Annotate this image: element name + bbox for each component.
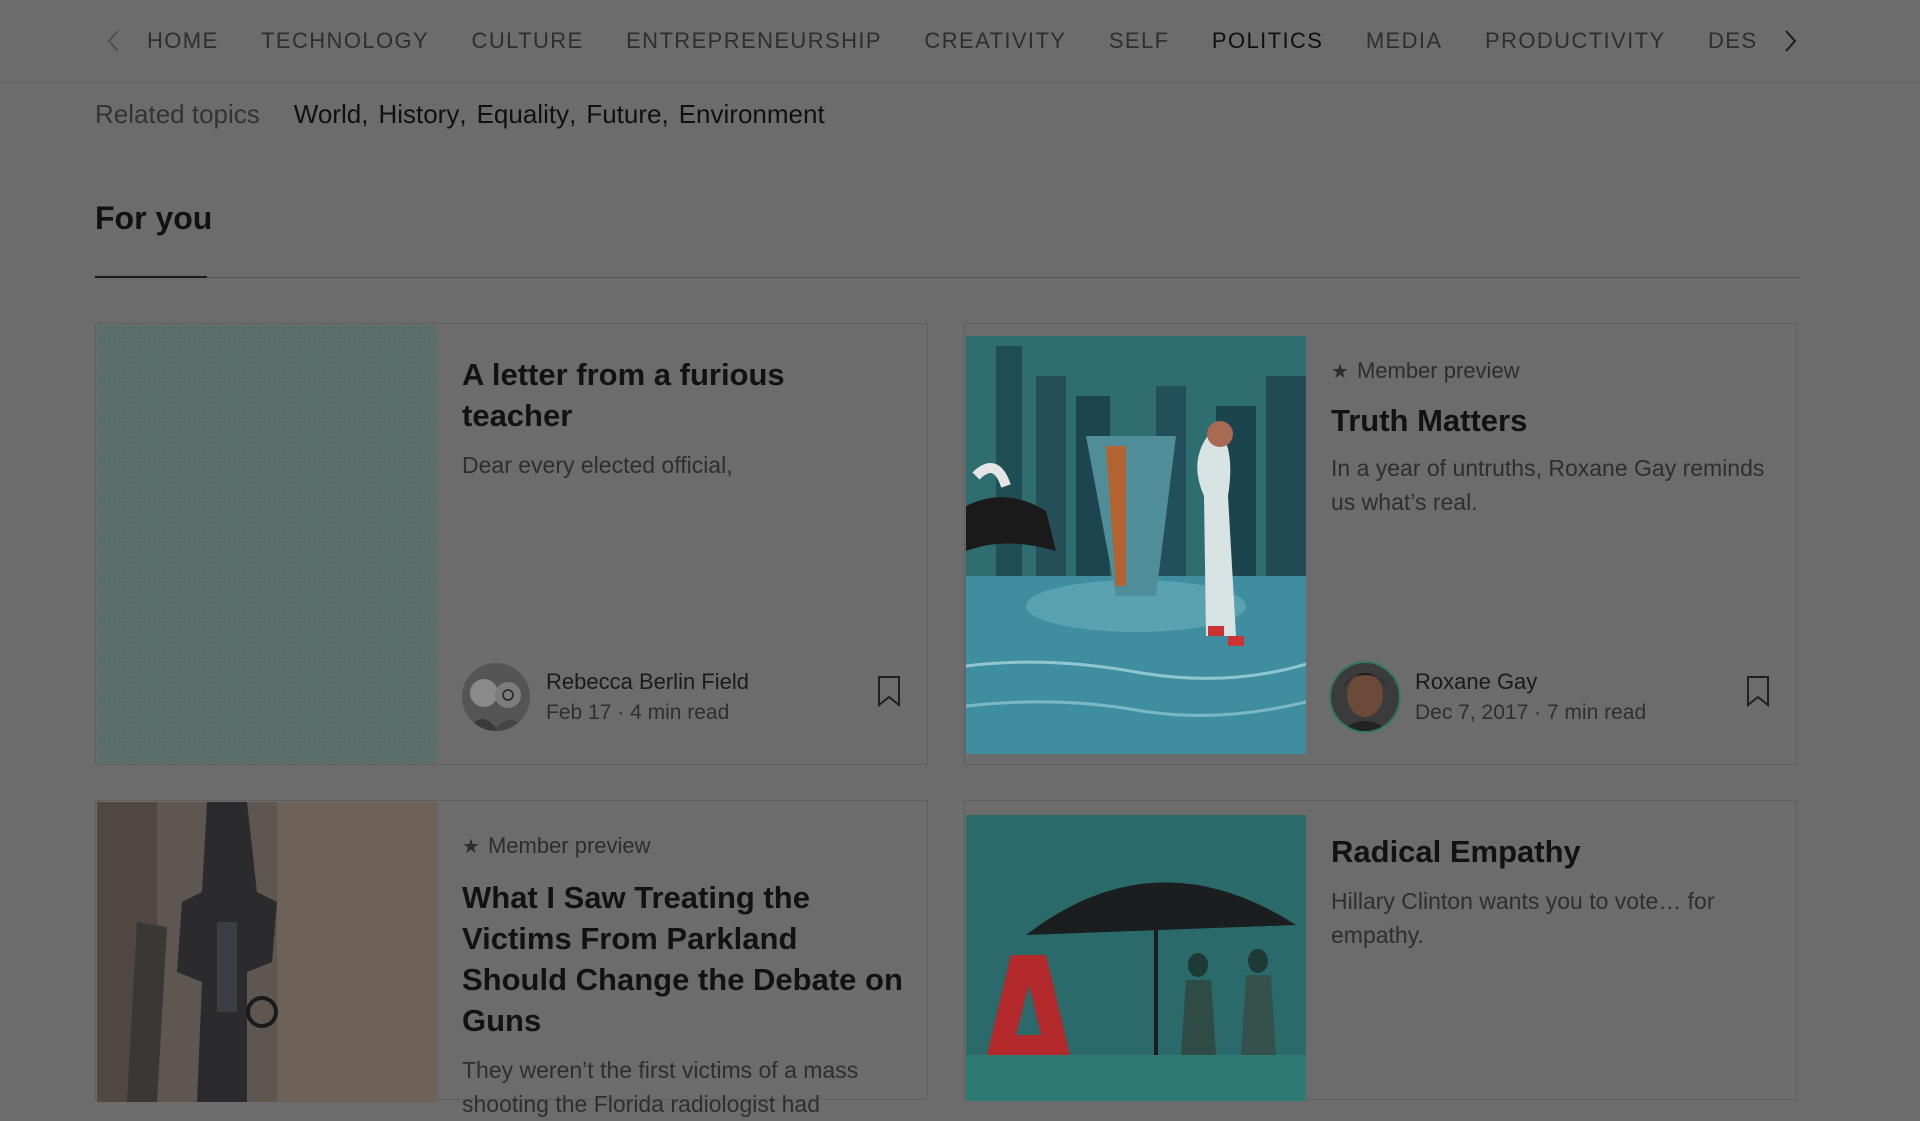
nav-item-creativity[interactable]: CREATIVITY (924, 0, 1066, 82)
author-info: Rebecca Berlin Field Feb 17 · 4 min read (546, 669, 749, 725)
story-image[interactable] (966, 336, 1306, 754)
chevron-left-icon[interactable] (98, 26, 128, 56)
nav-item-self[interactable]: SELF (1109, 0, 1170, 82)
bookmark-icon[interactable] (1744, 675, 1772, 708)
star-icon: ★ (1331, 360, 1349, 383)
nav-item-productivity[interactable]: PRODUCTIVITY (1485, 0, 1666, 82)
related-topics-label: Related topics (95, 98, 260, 129)
nav-item-culture[interactable]: CULTURE (472, 0, 584, 82)
topic-link-history[interactable]: History (378, 99, 459, 130)
topic-separator: , (569, 98, 577, 129)
avatar[interactable] (462, 663, 530, 731)
read-time: 7 min read (1546, 701, 1647, 724)
avatar[interactable] (1331, 663, 1399, 731)
topic-navigation-bar: HOME TECHNOLOGY CULTURE ENTREPRENEURSHIP… (0, 0, 1920, 83)
author-info: Roxane Gay Dec 7, 2017 · 7 min read (1415, 669, 1646, 725)
story-card[interactable]: ★ Member preview What I Saw Treating the… (95, 800, 928, 1117)
story-meta: Dec 7, 2017 · 7 min read (1415, 701, 1646, 725)
story-image-placeholder[interactable] (97, 325, 437, 763)
related-topics: Related topics World, History, Equality,… (95, 96, 825, 132)
section-divider (95, 277, 1800, 278)
topic-separator: , (661, 98, 669, 129)
meta-separator: · (617, 701, 631, 724)
story-body: Radical Empathy Hillary Clinton wants yo… (1331, 801, 1772, 952)
bookmark-icon[interactable] (875, 675, 903, 708)
story-date: Dec 7, 2017 (1415, 701, 1529, 724)
nav-item-home[interactable]: HOME (147, 0, 219, 82)
story-title[interactable]: A letter from a furious teacher (462, 354, 903, 436)
topic-separator: , (361, 98, 369, 129)
read-time: 4 min read (630, 701, 730, 724)
story-body: ★ Member preview Truth Matters In a year… (1331, 324, 1772, 519)
topic-separator: , (459, 98, 467, 129)
meta-separator: · (1534, 701, 1547, 724)
nav-items: HOME TECHNOLOGY CULTURE ENTREPRENEURSHIP… (147, 0, 1759, 82)
member-preview-text: Member preview (487, 833, 651, 858)
author-name[interactable]: Rebecca Berlin Field (546, 669, 749, 695)
story-subtitle[interactable]: Dear every elected official, (462, 448, 903, 482)
story-title[interactable]: Truth Matters (1331, 400, 1772, 441)
author-name[interactable]: Roxane Gay (1415, 669, 1646, 695)
story-card[interactable]: ★ Member preview Truth Matters In a year… (964, 323, 1797, 765)
story-meta: Feb 17 · 4 min read (546, 701, 749, 725)
story-subtitle[interactable]: They weren’t the first victims of a mass… (462, 1053, 903, 1121)
story-body: ★ Member preview What I Saw Treating the… (462, 801, 903, 1121)
topic-link-world[interactable]: World (294, 99, 361, 130)
member-preview-text: Member preview (1356, 358, 1520, 383)
story-card[interactable]: A letter from a furious teacher Dear eve… (95, 323, 928, 765)
star-icon: ★ (462, 835, 480, 858)
story-byline: Rebecca Berlin Field Feb 17 · 4 min read (462, 659, 903, 735)
nav-item-entrepreneurship[interactable]: ENTREPRENEURSHIP (626, 0, 882, 82)
story-title[interactable]: Radical Empathy (1331, 831, 1772, 872)
story-subtitle[interactable]: In a year of untruths, Roxane Gay remind… (1331, 451, 1772, 519)
member-preview-label: ★ Member preview (1331, 358, 1772, 384)
nav-item-design[interactable]: DESIGN (1708, 0, 1759, 82)
story-date: Feb 17 (546, 701, 612, 724)
chevron-right-icon[interactable] (1776, 26, 1806, 56)
nav-item-media[interactable]: MEDIA (1366, 0, 1443, 82)
story-image[interactable] (966, 815, 1306, 1101)
story-byline: Roxane Gay Dec 7, 2017 · 7 min read (1331, 659, 1772, 735)
topic-link-future[interactable]: Future (586, 99, 661, 130)
topic-link-equality[interactable]: Equality (477, 99, 570, 130)
nav-item-politics[interactable]: POLITICS (1212, 0, 1323, 82)
section-active-underline (95, 276, 207, 278)
story-image[interactable] (97, 802, 437, 1102)
story-title[interactable]: What I Saw Treating the Victims From Par… (462, 877, 903, 1041)
story-card[interactable]: Radical Empathy Hillary Clinton wants yo… (964, 800, 1797, 1101)
member-preview-label: ★ Member preview (462, 833, 903, 859)
topic-link-environment[interactable]: Environment (679, 99, 825, 130)
story-body: A letter from a furious teacher Dear eve… (462, 324, 903, 482)
nav-item-technology[interactable]: TECHNOLOGY (261, 0, 429, 82)
section-title[interactable]: For you (95, 200, 212, 237)
story-subtitle[interactable]: Hillary Clinton wants you to vote… for e… (1331, 884, 1772, 952)
